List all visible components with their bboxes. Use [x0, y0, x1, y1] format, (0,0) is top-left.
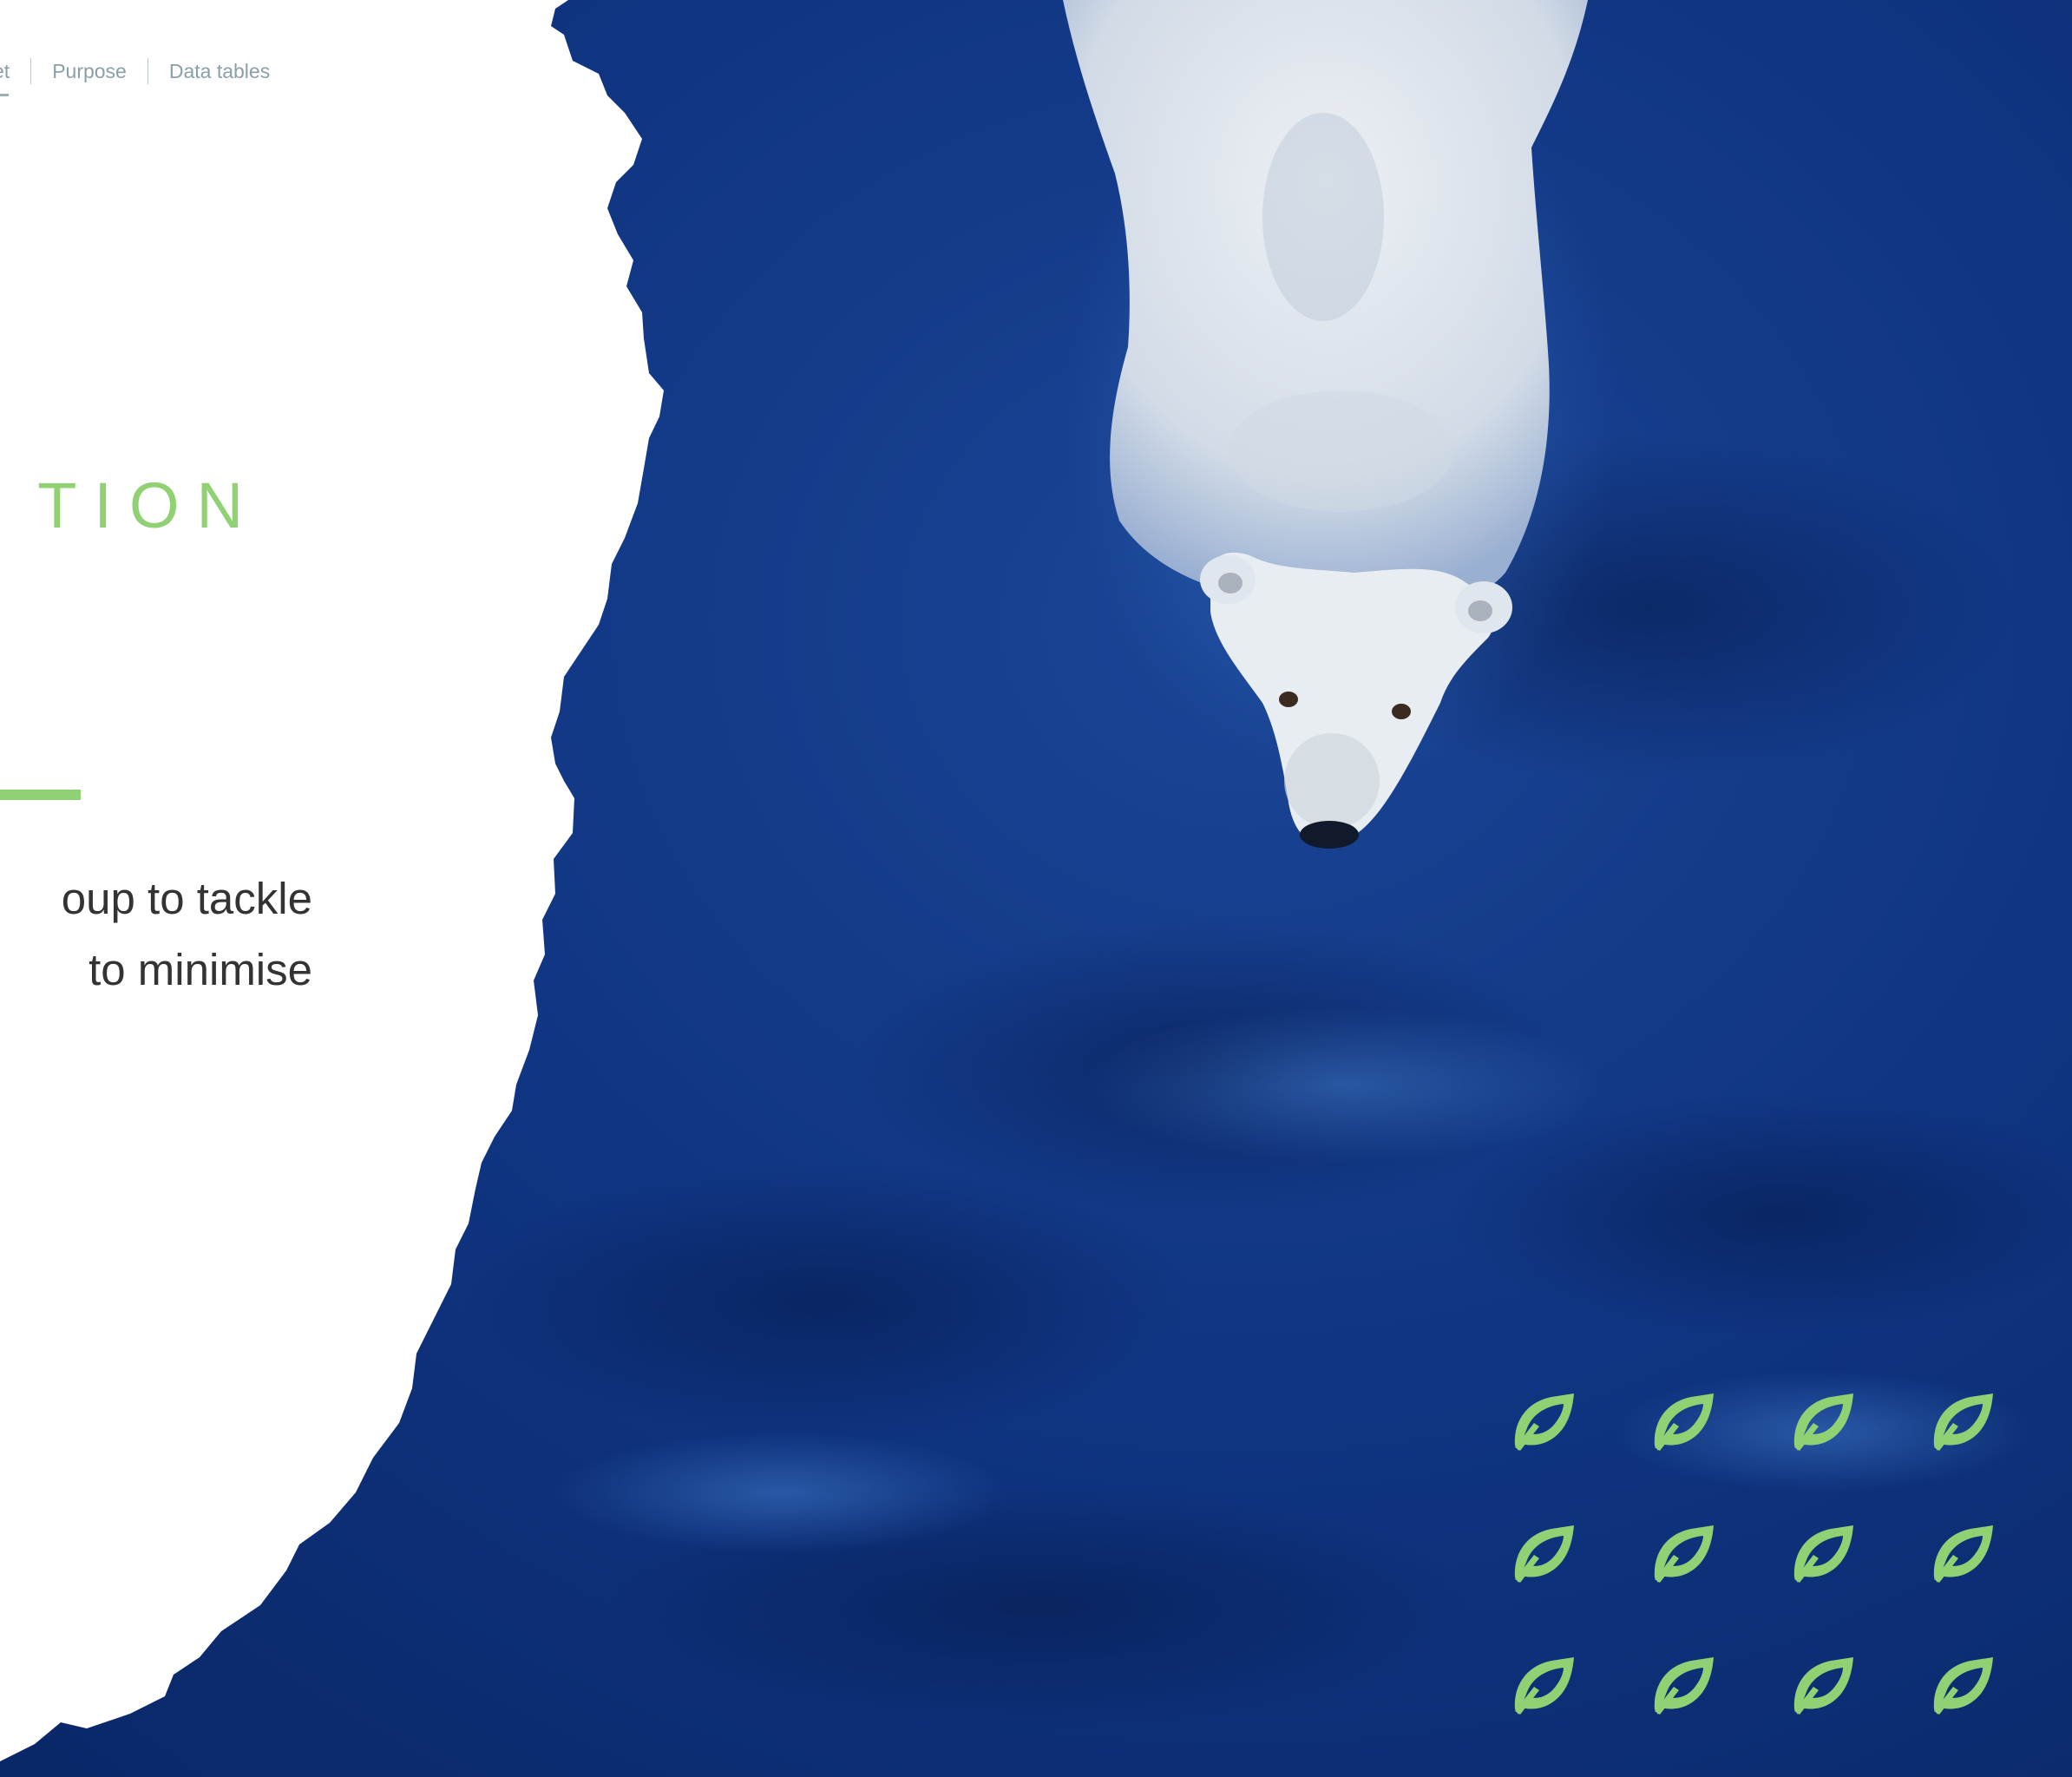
leaf-icon — [1508, 1520, 1577, 1590]
leaf-icon — [1648, 1388, 1717, 1458]
leaf-icon — [1787, 1520, 1857, 1590]
leaf-icon — [1787, 1652, 1857, 1721]
leaf-icon — [1787, 1388, 1857, 1458]
accent-divider — [0, 790, 81, 800]
nav-item-data-tables[interactable]: Data tables — [148, 58, 291, 84]
intro-line: to minimise — [89, 945, 312, 994]
leaf-icon — [1648, 1652, 1717, 1721]
leaf-icon — [1927, 1652, 1997, 1721]
leaf-icon — [1648, 1520, 1717, 1590]
section-title-text: TION — [37, 469, 260, 541]
leaf-icon — [1508, 1388, 1577, 1458]
section-title: TION — [0, 469, 260, 542]
leaf-icon — [1927, 1388, 1997, 1458]
intro-paragraph: oup to tackle to minimise — [0, 863, 312, 1006]
leaf-icon-grid — [1508, 1388, 1997, 1721]
intro-line: oup to tackle — [61, 874, 312, 923]
nav-item-current[interactable]: et — [0, 58, 30, 96]
report-page: et Purpose Data tables TION oup to tackl… — [0, 0, 2072, 1777]
leaf-icon — [1508, 1652, 1577, 1721]
leaf-icon — [1927, 1520, 1997, 1590]
nav-item-purpose[interactable]: Purpose — [31, 58, 148, 84]
breadcrumb-nav: et Purpose Data tables — [0, 54, 291, 96]
